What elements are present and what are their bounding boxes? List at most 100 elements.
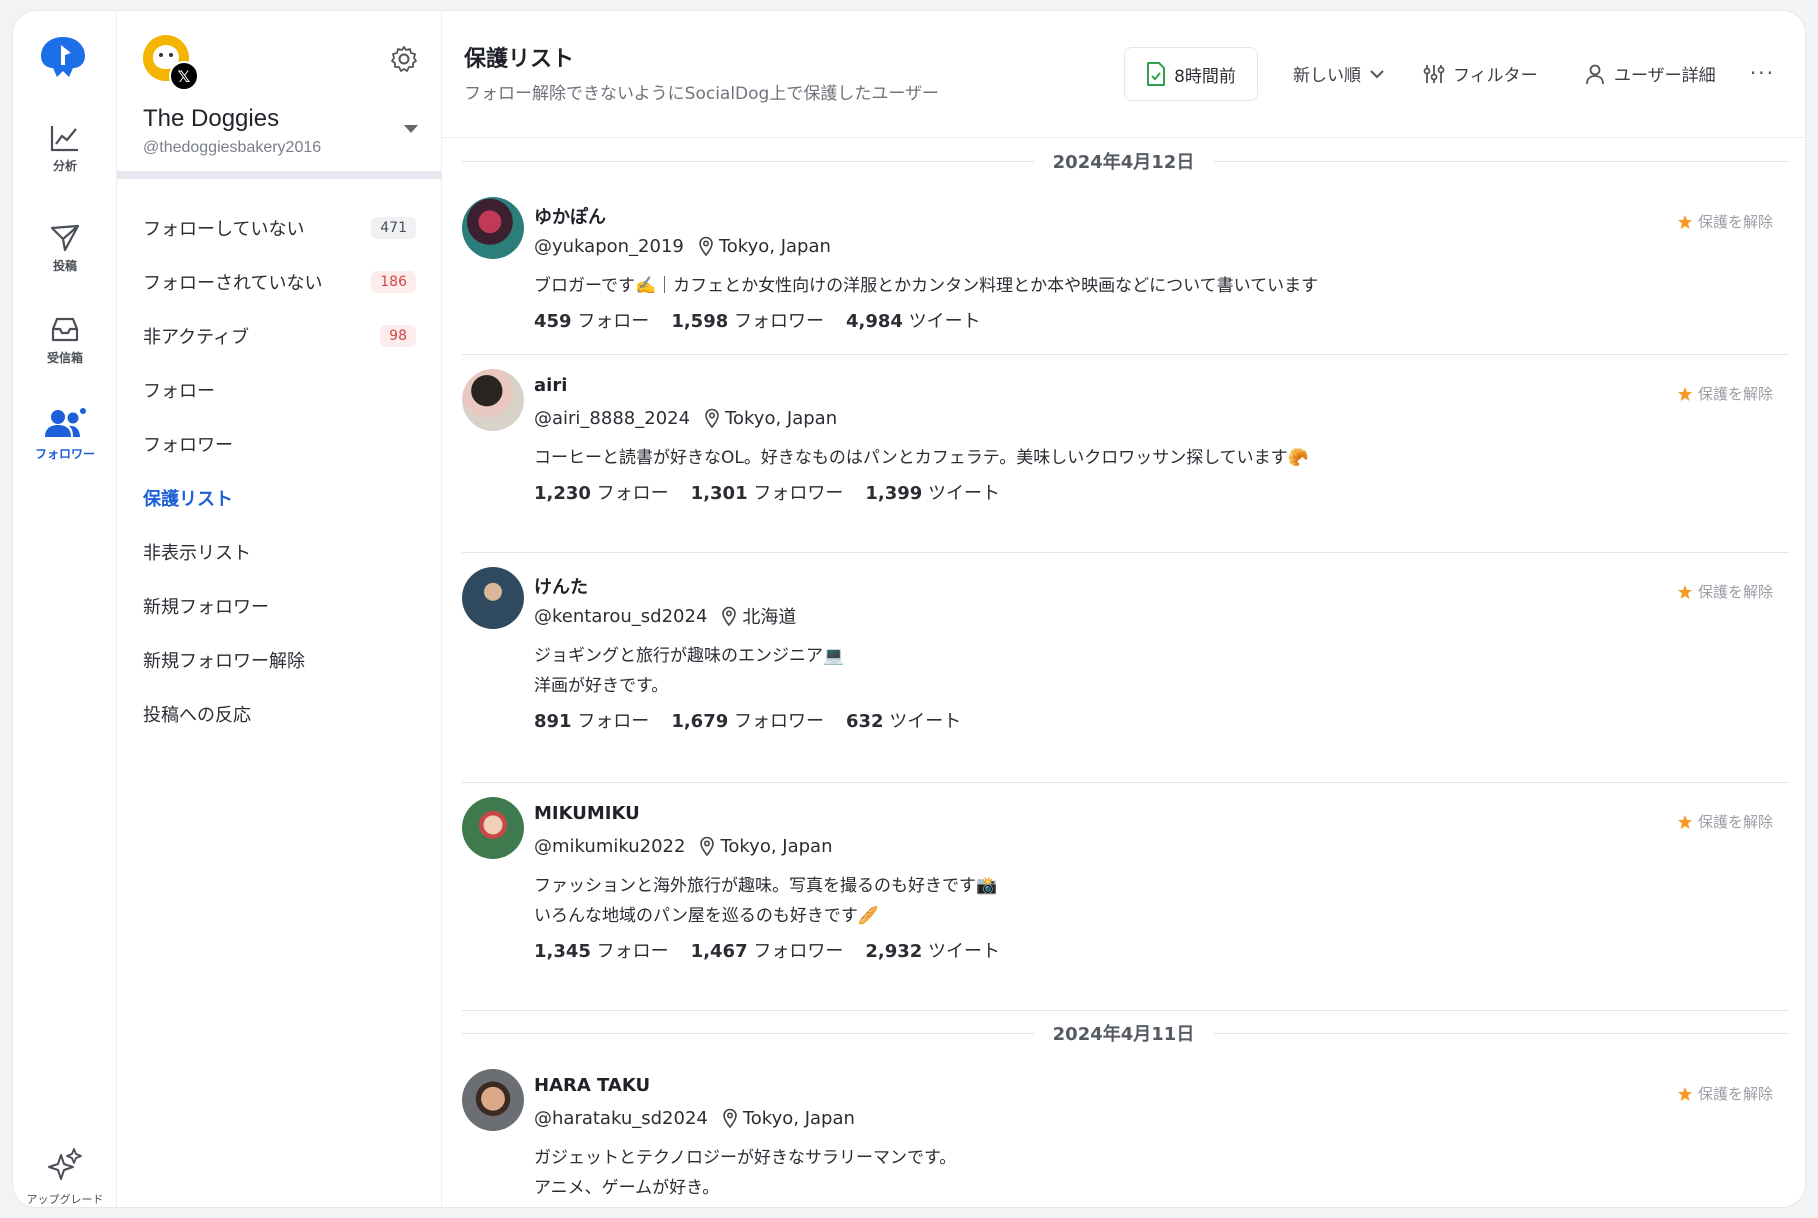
rail-item-followers[interactable]: フォロワー — [13, 407, 117, 462]
filter-button[interactable]: フィルター — [1423, 61, 1538, 86]
unprotect-button[interactable]: 保護を解除 — [1677, 211, 1773, 232]
user-detail-button[interactable]: ユーザー詳細 — [1584, 61, 1716, 86]
location-pin-icon — [705, 408, 719, 428]
rail-item-label: フォロワー — [34, 447, 95, 461]
sidebar-item-label: フォローしていない — [143, 219, 305, 240]
last-updated-button[interactable]: 8時間前 — [1124, 47, 1258, 101]
user-name[interactable]: airi — [534, 375, 1789, 401]
sidebar-item-label: 非表示リスト — [143, 543, 251, 564]
user-stats: 459 フォロー 1,598 フォロワー 4,984 ツイート — [534, 311, 981, 332]
count-badge: 471 — [371, 217, 416, 239]
user-bio: ガジェットとテクノロジーが好きなサラリーマンです。 アニメ、ゲームが好き。 — [534, 1148, 957, 1198]
sidebar-item-label: フォロワー — [143, 435, 233, 456]
rail-item-label: 受信箱 — [46, 351, 83, 365]
sidebar-item-label: 新規フォロワー解除 — [143, 651, 305, 672]
unprotect-button[interactable]: 保護を解除 — [1677, 1083, 1773, 1104]
sidebar-item-followers[interactable]: フォロワー — [117, 417, 442, 471]
sidebar-item-label: 保護リスト — [143, 489, 233, 510]
avatar[interactable] — [462, 369, 524, 431]
rail-item-label: 投稿 — [52, 259, 77, 273]
list-item[interactable]: airi @airi_8888_2024 Tokyo, Japan コーヒーと読… — [462, 355, 1789, 553]
unprotect-button[interactable]: 保護を解除 — [1677, 811, 1773, 832]
star-icon — [1677, 814, 1692, 829]
users-icon — [45, 408, 86, 437]
chevron-down-icon[interactable] — [404, 125, 418, 133]
sidebar-item-label: 投稿への反応 — [143, 705, 251, 726]
sidebar-item-new-unfollowers[interactable]: 新規フォロワー解除 — [117, 633, 442, 687]
rail-item-analytics[interactable]: 分析 — [13, 123, 117, 174]
user-location: Tokyo, Japan — [725, 407, 838, 429]
main-panel: 保護リスト フォロー解除できないようにSocialDog上で保護したユーザー 8… — [442, 11, 1805, 1207]
date-divider: 2024年4月12日 — [442, 139, 1805, 183]
sparkle-icon — [48, 1148, 82, 1180]
sidebar-item-post-reactions[interactable]: 投稿への反応 — [117, 687, 442, 741]
sidebar-item-not-following-back[interactable]: フォローしていない 471 — [117, 201, 442, 255]
sidebar-item-label: 非アクティブ — [143, 327, 250, 348]
page-subtitle: フォロー解除できないようにSocialDog上で保護したユーザー — [464, 84, 940, 104]
star-icon — [1677, 386, 1692, 401]
avatar[interactable] — [462, 797, 524, 859]
sidebar-item-protected-list[interactable]: 保護リスト — [117, 471, 442, 525]
user-handle: @kentarou_sd2024 — [534, 605, 708, 627]
location-pin-icon — [699, 236, 713, 256]
user-detail-label: ユーザー詳細 — [1614, 66, 1716, 86]
rail-item-label: 分析 — [52, 159, 77, 173]
page-header: 保護リスト フォロー解除できないようにSocialDog上で保護したユーザー 8… — [442, 11, 1805, 138]
user-location: 北海道 — [742, 607, 797, 628]
account-handle: @thedoggiesbakery2016 — [143, 139, 322, 156]
account-name: The Doggies — [143, 105, 280, 132]
sort-label: 新しい順 — [1293, 66, 1361, 86]
user-handle: @yukapon_2019 — [534, 235, 684, 257]
location-pin-icon — [723, 1108, 737, 1128]
sidebar: 𝕏 The Doggies @thedoggiesbakery2016 フォロー… — [117, 11, 442, 1207]
user-handle: @mikumiku2022 — [534, 835, 686, 857]
unprotect-button[interactable]: 保護を解除 — [1677, 383, 1773, 404]
sidebar-item-inactive[interactable]: 非アクティブ 98 — [117, 309, 442, 363]
filter-label: フィルター — [1453, 66, 1538, 86]
sidebar-item-hidden-list[interactable]: 非表示リスト — [117, 525, 442, 579]
list-item[interactable]: けんた @kentarou_sd2024 北海道 ジョギングと旅行が趣味のエンジ… — [462, 553, 1789, 783]
file-check-icon — [1147, 62, 1166, 86]
inbox-icon — [51, 317, 79, 342]
user-handle: @airi_8888_2024 — [534, 407, 691, 429]
avatar[interactable] — [462, 1069, 524, 1131]
avatar[interactable] — [462, 197, 524, 259]
user-name[interactable]: けんた — [534, 573, 1789, 599]
user-bio: ファッションと海外旅行が趣味。写真を撮るのも好きです📸 いろんな地域のパン屋を巡る… — [534, 876, 998, 926]
icon-rail: 分析 投稿 受信箱 フォロワー アップグレード — [13, 11, 117, 1207]
sidebar-item-following[interactable]: フォロー — [117, 363, 442, 417]
user-name[interactable]: MIKUMIKU — [534, 803, 1789, 829]
more-menu-icon[interactable]: ··· — [1750, 61, 1775, 85]
avatar[interactable] — [462, 567, 524, 629]
location-pin-icon — [700, 836, 715, 856]
chart-line-icon — [50, 126, 78, 152]
rail-item-upgrade[interactable]: アップグレード — [13, 1147, 117, 1207]
list-item[interactable]: HARA TAKU @harataku_sd2024 Tokyo, Japan … — [462, 1055, 1789, 1207]
gear-icon[interactable] — [390, 45, 418, 73]
account-switcher[interactable]: 𝕏 The Doggies @thedoggiesbakery2016 — [117, 11, 442, 179]
user-name[interactable]: HARA TAKU — [534, 1075, 1789, 1101]
sidebar-item-new-followers[interactable]: 新規フォロワー — [117, 579, 442, 633]
rail-item-inbox[interactable]: 受信箱 — [13, 315, 117, 366]
sidebar-nav: フォローしていない 471 フォローされていない 186 非アクティブ 98 フ… — [117, 201, 442, 741]
user-stats: 891 フォロー 1,679 フォロワー 632 ツイート — [534, 711, 962, 732]
user-bio: ブロガーです✍️｜カフェとか女性向けの洋服とかカンタン料理とか本や映画などについ… — [534, 276, 1319, 296]
count-badge: 98 — [380, 325, 416, 347]
user-handle: @harataku_sd2024 — [534, 1107, 708, 1129]
date-divider: 2024年4月11日 — [442, 1011, 1805, 1055]
app-window: 分析 投稿 受信箱 フォロワー アップグレード 𝕏 The Doggies @t… — [12, 10, 1806, 1208]
star-icon — [1677, 584, 1692, 599]
socialdog-logo-icon[interactable] — [35, 31, 91, 87]
send-icon — [50, 224, 80, 252]
user-stats: 1,345 フォロー 1,467 フォロワー 2,932 ツイート — [534, 941, 1001, 962]
user-name[interactable]: ゆかぽん — [534, 203, 1789, 229]
star-icon — [1677, 1086, 1692, 1101]
rail-item-post[interactable]: 投稿 — [13, 223, 117, 274]
list-item[interactable]: MIKUMIKU @mikumiku2022 Tokyo, Japan ファッシ… — [462, 783, 1789, 1011]
list-item[interactable]: ゆかぽん @yukapon_2019 Tokyo, Japan ブロガーです✍️… — [462, 183, 1789, 355]
unprotect-button[interactable]: 保護を解除 — [1677, 581, 1773, 602]
sidebar-item-not-followed-back[interactable]: フォローされていない 186 — [117, 255, 442, 309]
sort-dropdown[interactable]: 新しい順 — [1293, 61, 1385, 86]
x-logo-icon: 𝕏 — [169, 61, 199, 91]
user-icon — [1586, 64, 1604, 84]
